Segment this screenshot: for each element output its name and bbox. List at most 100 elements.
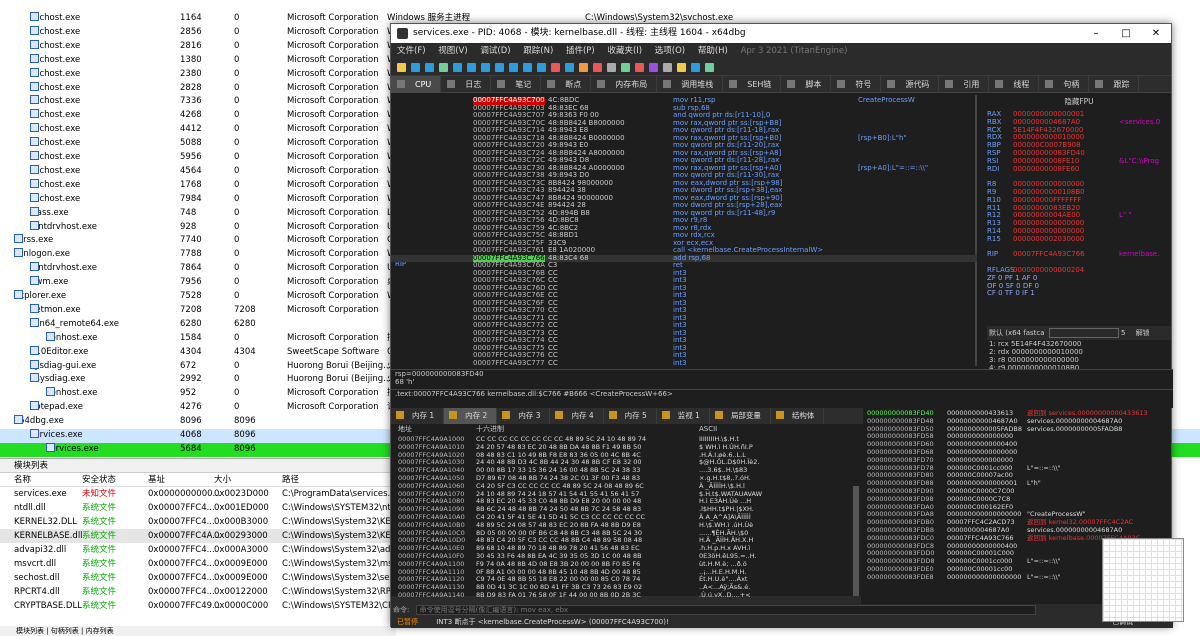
step-over-icon[interactable] xyxy=(481,63,490,72)
args-dropdown[interactable] xyxy=(1048,328,1119,338)
settings-icon[interactable] xyxy=(663,63,672,72)
col-base[interactable]: 基址 xyxy=(148,473,165,487)
module-row[interactable]: CRYPTBASE.DLL 系统文件 0x00007FFC49... 0x0000C0… xyxy=(0,599,404,613)
menu-plugins[interactable]: 插件(P) xyxy=(566,46,595,56)
maximize-icon[interactable]: □ xyxy=(1111,24,1141,43)
arg-row[interactable]: 1: rcx 5E14F4F432670000 xyxy=(987,340,1171,348)
tab-6[interactable]: SEH链 xyxy=(723,76,782,93)
dump-tab-5[interactable]: 监视 1 xyxy=(657,408,710,424)
hide-fpu-toggle[interactable]: 隐藏FPU xyxy=(987,95,1171,109)
bookmark-icon[interactable] xyxy=(593,63,602,72)
comment-icon[interactable] xyxy=(607,63,616,72)
args-unlock[interactable]: 解锁 xyxy=(1136,329,1150,337)
tab-10[interactable]: 引用 xyxy=(939,76,990,93)
execute-till-return-icon[interactable] xyxy=(523,63,532,72)
tab-1[interactable]: 日志 xyxy=(441,76,492,93)
memory-dump-view[interactable]: 地址 十六进制 ASCII 00007FFC4A9A1000 CC CC CC C… xyxy=(391,424,861,604)
process-name-text: fontdrvhost.exe xyxy=(30,221,97,232)
tab-icon xyxy=(1045,80,1054,88)
process-pid: 7956 xyxy=(180,277,202,288)
tab-5[interactable]: 调用堆栈 xyxy=(657,76,724,93)
run-icon[interactable] xyxy=(439,63,448,72)
tab-8[interactable]: 符号 xyxy=(831,76,882,93)
menu-trace[interactable]: 跟踪(N) xyxy=(523,46,553,56)
calc-icon[interactable] xyxy=(705,63,714,72)
trace-over-icon[interactable] xyxy=(509,63,518,72)
step-into-icon[interactable] xyxy=(467,63,476,72)
minimize-icon[interactable]: – xyxy=(1081,24,1111,43)
module-row[interactable]: KERNEL32.DLL 系统文件 0x00007FFC4... 0x000B3000… xyxy=(0,515,403,529)
tab-7[interactable]: 脚本 xyxy=(781,76,832,93)
arg-row[interactable]: 3: r8 0000000000000000 xyxy=(987,356,1171,364)
registers-view[interactable]: 隐藏FPU RAX 0000000000000001 RBX 000000000468… xyxy=(987,95,1171,324)
dump-tab-2[interactable]: 内存 3 xyxy=(497,408,551,424)
restart-icon[interactable] xyxy=(411,63,420,72)
pause-icon[interactable] xyxy=(453,63,462,72)
run-to-user-icon[interactable] xyxy=(537,63,546,72)
module-row[interactable]: KERNELBASE.dll 系统文件 0x00007FFC4A... 0x00293… xyxy=(0,529,403,543)
disasm-row[interactable]: 00007FFC4A93C777 CC int3 xyxy=(391,359,977,366)
process-icon xyxy=(46,442,55,452)
tab-4[interactable]: 内存布局 xyxy=(591,76,658,93)
close-icon[interactable]: ✕ xyxy=(1141,24,1171,43)
module-row[interactable]: ntdll.dll 系统文件 0x00007FFC4... 0x001ED000 C:\… xyxy=(0,501,401,515)
process-pid: 928 xyxy=(180,221,197,232)
dump-row[interactable]: 00007FFC4A9A1140 8B D9 83 FA 01 76 58 0F … xyxy=(391,591,861,600)
dump-tab-3[interactable]: 内存 4 xyxy=(550,408,604,424)
register-row[interactable]: RDI 00000000008FE60 xyxy=(987,165,1171,174)
register-row[interactable]: CF 0 TF 0 IF 1 xyxy=(987,290,1171,298)
module-row[interactable]: msvcrt.dll 系统文件 0x00007FFC4... 0x0009E000 C:… xyxy=(0,557,406,571)
process-pid: 7984 xyxy=(180,193,202,204)
menu-debug[interactable]: 调试(D) xyxy=(480,46,510,56)
arg-row[interactable]: 2: rdx 0000000000010000 xyxy=(987,348,1171,356)
label-icon[interactable] xyxy=(621,63,630,72)
command-input[interactable]: 命令使用逗号分隔(像汇编语言): mov eax, ebx xyxy=(415,605,1036,615)
pen-icon[interactable] xyxy=(579,63,588,72)
close-debug-icon[interactable] xyxy=(425,63,434,72)
module-row[interactable]: advapi32.dll 系统文件 0x00007FFC4... 0x000A3000… xyxy=(0,543,406,557)
col-path[interactable]: 路径 xyxy=(282,473,299,487)
register-row[interactable]: RIP 00007FFC4A93C766 kernelbase. xyxy=(987,251,1171,259)
module-bottom-tabs[interactable]: 模块列表 | 句柄列表 | 内存列表 xyxy=(0,626,396,636)
register-row[interactable]: R15 0000000002030000 xyxy=(987,235,1171,244)
tab-13[interactable]: 跟踪 xyxy=(1089,76,1140,93)
menu-view[interactable]: 视图(V) xyxy=(438,46,467,56)
tab-11[interactable]: 线程 xyxy=(989,76,1040,93)
menu-favorites[interactable]: 收藏夹(I) xyxy=(607,46,642,56)
menu-help[interactable]: 帮助(H) xyxy=(698,46,728,56)
disassembly-view[interactable]: RIP 00007FFC4A93C700 4C:8BDC mov r11,rsp Cr… xyxy=(391,95,977,366)
module-row[interactable]: RPCRT4.dll 系统文件 0x00007FFC4... 0x00122000 C:… xyxy=(0,585,403,599)
menu-file[interactable]: 文件(F) xyxy=(397,46,426,56)
dump-tab-6[interactable]: 局部变量 xyxy=(710,408,771,424)
calling-convention-select[interactable]: 默认 (x64 fastca xyxy=(989,329,1045,337)
screenshot-thumbnail[interactable] xyxy=(1102,538,1184,622)
trace-into-icon[interactable] xyxy=(495,63,504,72)
help-icon[interactable] xyxy=(691,63,700,72)
tab-2[interactable]: 笔记 xyxy=(491,76,542,93)
col-status[interactable]: 安全状态 xyxy=(82,473,116,487)
breakpoint-icon[interactable] xyxy=(551,63,560,72)
tab-9[interactable]: 源代码 xyxy=(881,76,940,93)
dump-tab-1[interactable]: 内存 2 xyxy=(444,408,498,424)
function-icon[interactable] xyxy=(635,63,644,72)
script-icon[interactable] xyxy=(649,63,658,72)
tab-12[interactable]: 句柄 xyxy=(1039,76,1090,93)
tab-0[interactable]: CPU xyxy=(391,76,442,93)
col-size[interactable]: 大小 xyxy=(214,473,231,487)
process-pid: 2380 xyxy=(180,68,202,79)
dump-tab-7[interactable]: 结构体 xyxy=(771,408,825,424)
args-count[interactable]: 5 xyxy=(1121,329,1125,337)
dump-tab-4[interactable]: 内存 5 xyxy=(604,408,657,424)
register-name: CF 0 TF 0 IF 1 xyxy=(987,289,1035,298)
lock-icon[interactable] xyxy=(677,63,686,72)
module-row[interactable]: services.exe 未知文件 0x0000000000... 0x0023D00… xyxy=(0,487,405,501)
watch-icon[interactable] xyxy=(565,63,574,72)
menu-options[interactable]: 选项(O) xyxy=(655,46,685,56)
tab-3[interactable]: 断点 xyxy=(541,76,592,93)
dump-tab-0[interactable]: 内存 1 xyxy=(391,408,445,424)
open-icon[interactable] xyxy=(397,63,406,72)
process-company: Microsoft Corporation xyxy=(287,124,379,135)
module-row[interactable]: sechost.dll 系统文件 0x00007FFC4... 0x0009E000 C… xyxy=(0,571,405,585)
col-name[interactable]: 名称 xyxy=(14,473,31,487)
module-list-panel: 模块列表 名称 安全状态 基址 大小 路径 services.exe 未知文件 0x… xyxy=(0,458,406,636)
